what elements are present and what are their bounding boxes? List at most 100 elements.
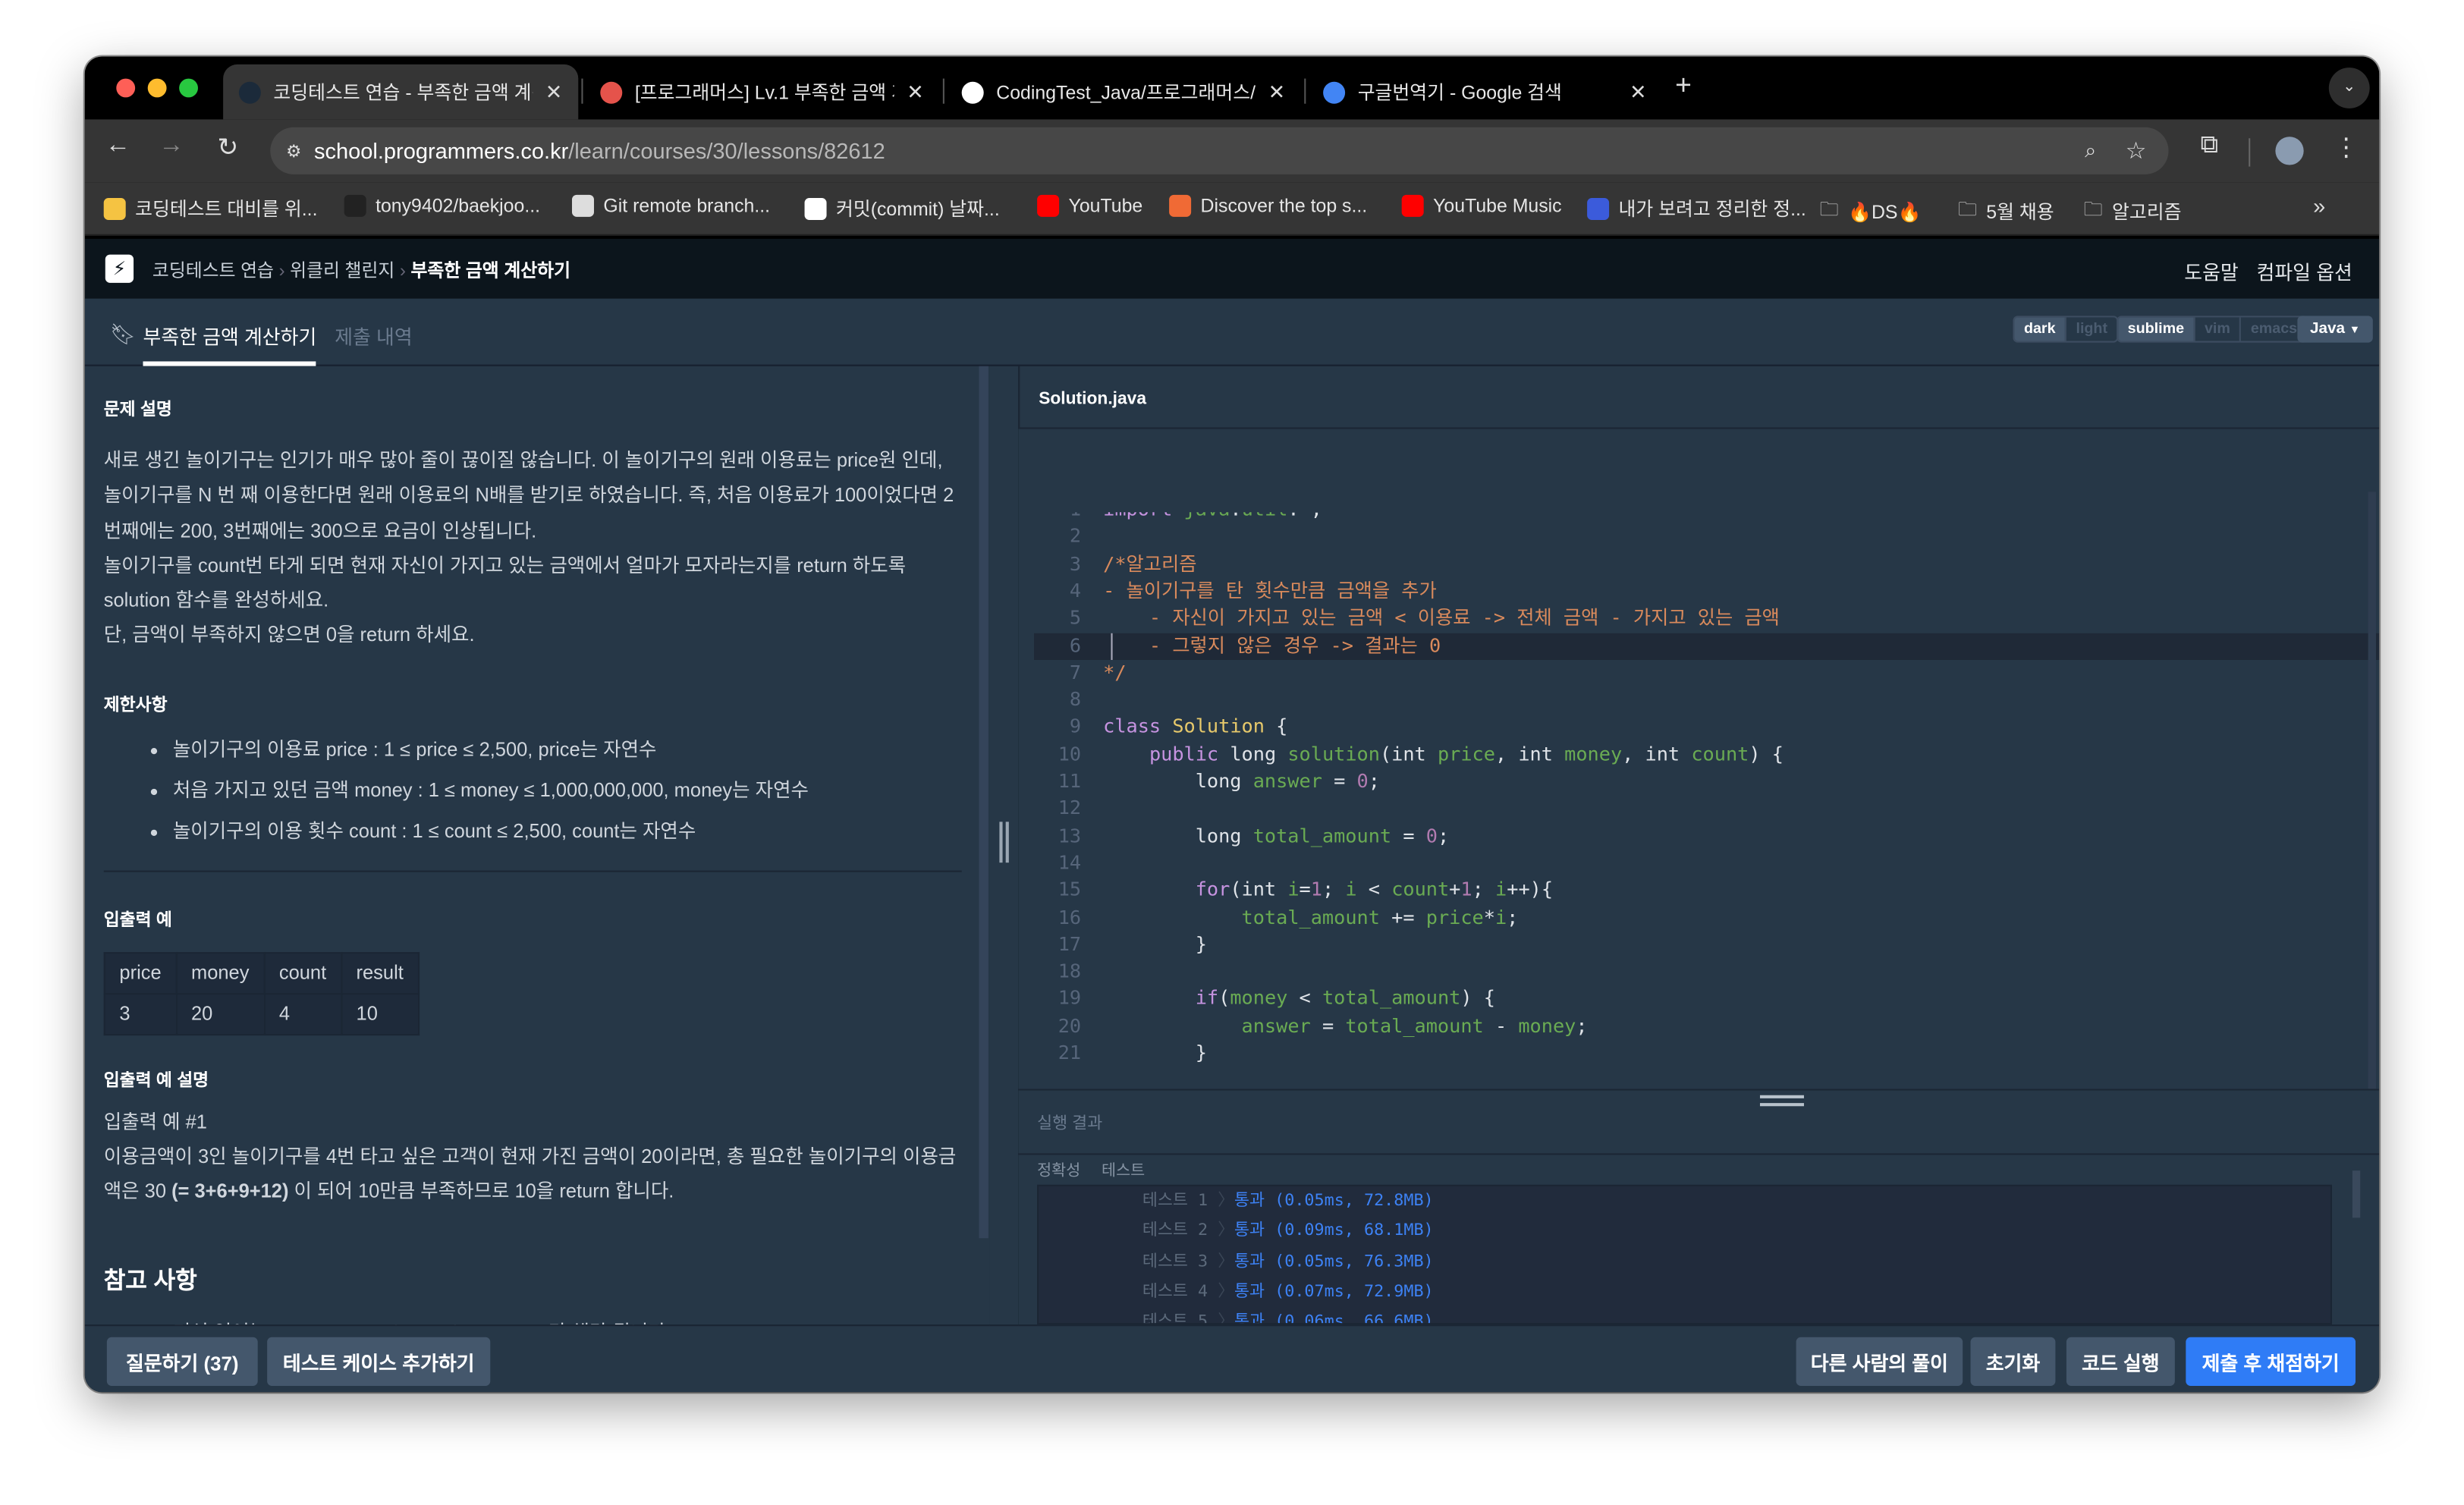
site-settings-icon[interactable]: ⚙ — [286, 140, 301, 161]
bookmark-item[interactable]: tony9402/baekjoo... — [344, 194, 540, 217]
results-tab-test[interactable]: 테스트 — [1102, 1157, 1145, 1180]
code-token: for — [1195, 878, 1230, 901]
table-header: count — [263, 951, 342, 994]
submit-button[interactable]: 제출 후 채점하기 — [2186, 1337, 2356, 1386]
tab-separator — [942, 78, 944, 104]
language-select[interactable]: Java ▼ — [2297, 316, 2373, 343]
line-number: 14 — [1058, 851, 1082, 874]
constraint-item: 놀이기구의 이용료 price : 1 ≤ price ≤ 2,500, pri… — [173, 729, 962, 770]
minimize-window-button[interactable] — [147, 78, 167, 98]
extensions-icon[interactable]: ⧉ — [2191, 132, 2229, 160]
reset-button[interactable]: 초기화 — [1970, 1337, 2056, 1386]
code-token: money — [1518, 1014, 1576, 1037]
code-line: 15 for(int i=1; i < count+1; i++){ — [1034, 877, 2379, 904]
breadcrumb-item[interactable]: 위클리 챌린지 — [290, 262, 394, 281]
drag-handle-icon[interactable] — [999, 822, 1009, 863]
run-code-button[interactable]: 코드 실행 — [2066, 1337, 2175, 1386]
bookmark-item[interactable]: 코딩테스트 대비를 위... — [103, 195, 318, 222]
other-solutions-button[interactable]: 다른 사람의 풀이 — [1796, 1337, 1963, 1386]
programmers-logo[interactable]: ⚡ — [105, 254, 134, 283]
tab-bar: 코딩테스트 연습 - 부족한 금액 계산 ✕ [프로그래머스] Lv.1 부족한 금… — [84, 56, 2380, 120]
code-text: /*알고리즘 — [1103, 551, 1196, 578]
more-bookmarks-icon[interactable]: » — [2313, 193, 2325, 218]
code-token: Solution — [1172, 715, 1265, 738]
bookmark-label: 코딩테스트 대비를 위... — [135, 197, 318, 220]
code-token: * — [1483, 906, 1495, 928]
bookmark-item[interactable]: YouTube Music — [1401, 194, 1562, 217]
help-link[interactable]: 도움말 — [2184, 256, 2238, 286]
panel-splitter[interactable] — [989, 366, 1019, 1325]
results-tab-accuracy[interactable]: 정확성 — [1037, 1157, 1080, 1180]
code-token: util — [1242, 512, 1288, 520]
tab-submissions[interactable]: 제출 내역 — [335, 321, 413, 350]
option-dark[interactable]: dark — [2014, 317, 2065, 341]
code-text: - 그렇지 않은 경우 -> 결과는 0 — [1103, 633, 1441, 660]
resize-handle-icon[interactable] — [1759, 1095, 1804, 1107]
scrollbar[interactable] — [979, 366, 988, 1239]
tab-separator — [581, 78, 583, 104]
option-emacs[interactable]: emacs — [2239, 317, 2306, 341]
line-number: 5 — [1069, 606, 1082, 629]
code-token: ; — [1322, 878, 1346, 901]
problem-tabs: 🔖︎ 부족한 금액 계산하기 제출 내역 dark light sublime vi… — [84, 298, 2380, 366]
line-number: 19 — [1058, 987, 1082, 1010]
code-line: 21 } — [1034, 1040, 2379, 1067]
menu-icon[interactable]: ⋮ — [2327, 132, 2365, 163]
new-tab-button[interactable]: + — [1675, 69, 1692, 102]
theme-toggle[interactable]: dark light — [2013, 316, 2119, 343]
back-icon[interactable]: ← — [99, 132, 137, 160]
maximize-window-button[interactable] — [179, 78, 198, 98]
results-scrollbar[interactable] — [2352, 1170, 2361, 1218]
chevron-right-icon: › — [278, 262, 291, 281]
bookmark-item[interactable]: 🗀︎ 🔥DS🔥 — [1820, 195, 1922, 228]
close-window-button[interactable] — [116, 78, 136, 98]
bookmark-icon[interactable]: 🔖︎ — [110, 322, 136, 347]
filename: Solution.java — [1039, 389, 1147, 409]
bookmark-item[interactable]: 🗀︎ 5월 채용 — [1958, 195, 2054, 228]
browser-tab[interactable]: CodingTest_Java/프로그래머스/ ✕ — [946, 64, 1301, 119]
browser-tab[interactable]: 구글번역기 - Google 검색 ✕ — [1307, 64, 1662, 119]
close-tab-icon[interactable]: ✕ — [1268, 80, 1286, 105]
reload-icon[interactable]: ↻ — [209, 132, 247, 163]
bookmark-item[interactable]: 내가 보려고 정리한 정... — [1587, 195, 1806, 222]
url-text: school.programmers.co.kr/learn/courses/3… — [314, 138, 885, 163]
browser-tab[interactable]: [프로그래머스] Lv.1 부족한 금액 계 ✕ — [585, 64, 940, 119]
code-token: answer — [1241, 1014, 1311, 1037]
breadcrumb-item[interactable]: 코딩테스트 연습 — [152, 262, 274, 281]
address-bar[interactable]: ⚙ school.programmers.co.kr/learn/courses… — [270, 127, 2169, 174]
code-editor[interactable]: 1 import java.util.*; 2 3 /*알고리즘 4 - 놀이기구를 탄 횟… — [1033, 512, 2380, 1084]
option-light[interactable]: light — [2064, 317, 2117, 341]
close-tab-icon[interactable]: ✕ — [1630, 80, 1647, 105]
forward-icon[interactable]: → — [152, 132, 190, 160]
zoom-icon[interactable]: ⌕ — [2085, 138, 2096, 163]
keymap-toggle[interactable]: sublime vim emacs — [2117, 316, 2308, 343]
bookmark-item[interactable]: Discover the top s... — [1169, 194, 1367, 217]
divider — [1018, 1089, 2380, 1091]
tab-search-chevron-icon[interactable]: ⌄ — [2328, 68, 2370, 108]
close-tab-icon[interactable]: ✕ — [907, 80, 924, 105]
code-line: 11 long answer = 0; — [1034, 768, 2379, 796]
editor-scrollbar[interactable] — [2368, 492, 2376, 1089]
code-token: i — [1495, 878, 1507, 901]
browser-tab[interactable]: 코딩테스트 연습 - 부족한 금액 계산 ✕ — [223, 64, 579, 120]
code-token: , int — [1494, 743, 1565, 765]
bookmark-item[interactable]: 커밋(commit) 날짜... — [804, 195, 1000, 222]
bookmark-star-icon[interactable]: ☆ — [2126, 137, 2147, 165]
ask-question-button[interactable]: 질문하기 (37) — [106, 1337, 258, 1386]
tab-problem[interactable]: 부족한 금액 계산하기 — [143, 321, 316, 350]
option-sublime[interactable]: sublime — [2118, 317, 2194, 341]
bookmark-item[interactable]: Git remote branch... — [571, 194, 770, 217]
code-token: i — [1287, 878, 1300, 901]
compile-options-link[interactable]: 컴파일 옵션 — [2257, 256, 2352, 286]
option-vim[interactable]: vim — [2193, 317, 2239, 341]
bookmark-item[interactable]: YouTube — [1037, 194, 1142, 217]
add-testcase-button[interactable]: 테스트 케이스 추가하기 — [267, 1337, 491, 1386]
close-tab-icon[interactable]: ✕ — [545, 80, 563, 105]
bookmark-item[interactable]: 🗀︎ 알고리즘 — [2084, 195, 2182, 228]
profile-avatar[interactable] — [2275, 137, 2304, 165]
bookmark-label: 5월 채용 — [1986, 201, 2054, 224]
